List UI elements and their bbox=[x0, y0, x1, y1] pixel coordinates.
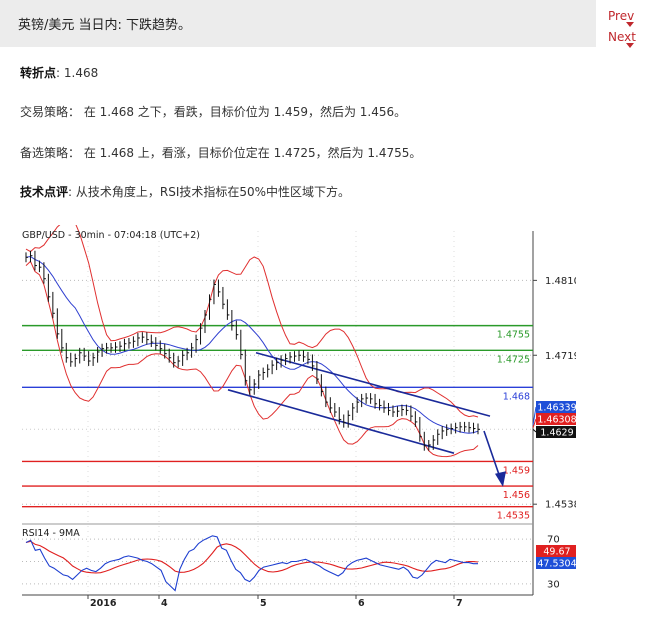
upper-band bbox=[25, 225, 479, 418]
level-label-1: 1.4725 bbox=[497, 354, 530, 365]
rsi-panel: RSI14 - 9MA70503049.6747.5304 bbox=[22, 528, 576, 592]
level-label-0: 1.4755 bbox=[497, 330, 530, 341]
pivot-label: 转折点 bbox=[20, 66, 57, 80]
rsi-badge-label-1: 47.5304 bbox=[537, 559, 576, 570]
price-badge-label-1: 1.46308 bbox=[537, 415, 576, 426]
title-bar: 英镑/美元 当日内: 下跌趋势。 bbox=[0, 0, 596, 47]
level-label-3: 1.459 bbox=[503, 465, 530, 476]
rsi-badge-label-0: 49.67 bbox=[543, 547, 570, 558]
time-axis: 2016 4 5 6 7 bbox=[87, 595, 463, 609]
pivot-line: 转折点: 1.468 bbox=[20, 64, 98, 81]
gbpusd-chart: 1.4755 1.4725 1.468 1.459 1.456 1.4535 1.4810… bbox=[22, 225, 576, 609]
grid bbox=[22, 231, 534, 596]
alternative-line: 备选策略： 在 1.468 上，看涨，目标价位定在 1.4725，然后为 1.4… bbox=[20, 146, 422, 160]
next-link[interactable]: Next bbox=[608, 30, 636, 48]
time-tick-label-3: 6 bbox=[358, 598, 365, 609]
level-label-5: 1.4535 bbox=[497, 511, 530, 522]
comment-label: 技术点评 bbox=[20, 185, 69, 199]
lower-band bbox=[25, 260, 479, 458]
strategy-line: 交易策略： 在 1.468 之下，看跌，目标价位为 1.459，然后为 1.45… bbox=[20, 105, 407, 119]
chart-title: GBP/USD - 30min - 07:04:18 (UTC+2) bbox=[22, 230, 200, 241]
bollinger-bands bbox=[25, 225, 479, 458]
rsi-ma-line bbox=[25, 540, 479, 574]
rsi-tick-label-0: 70 bbox=[547, 535, 560, 546]
prev-link-label: Prev bbox=[608, 9, 635, 23]
comment-text: : 从技术角度上，RSI技术指标在50%中性区域下方。 bbox=[68, 185, 351, 199]
time-tick-label-1: 4 bbox=[161, 598, 168, 609]
trend-channel bbox=[227, 352, 506, 487]
price-tick-label-1: 1.4719 bbox=[545, 351, 576, 362]
price-badge-label-2: 1.4629 bbox=[540, 428, 573, 439]
comment-line: 技术点评: 从技术角度上，RSI技术指标在50%中性区域下方。 bbox=[20, 183, 350, 200]
level-label-4: 1.456 bbox=[503, 490, 530, 501]
price-tick-label-2: 1.4538 bbox=[545, 500, 576, 511]
pivot-value: : 1.468 bbox=[56, 66, 99, 80]
time-tick-label-0: 2016 bbox=[90, 598, 117, 609]
rsi-title: RSI14 - 9MA bbox=[22, 528, 80, 539]
price-tick-label-0: 1.4810 bbox=[545, 276, 576, 287]
next-link-label: Next bbox=[608, 30, 636, 44]
projection-arrow-shaft bbox=[483, 430, 502, 481]
projection-arrow-head bbox=[495, 471, 506, 487]
rsi-tick-label-2: 30 bbox=[547, 579, 560, 590]
rsi-line bbox=[25, 535, 478, 592]
level-label-2: 1.468 bbox=[503, 391, 530, 402]
time-tick-label-4: 7 bbox=[456, 598, 463, 609]
time-tick-label-2: 5 bbox=[260, 598, 267, 609]
page-title: 英镑/美元 当日内: 下跌趋势。 bbox=[18, 18, 192, 33]
moving-average bbox=[25, 255, 479, 434]
price-badge-label-0: 1.46339 bbox=[537, 403, 576, 414]
price-axis: 1.4810 1.4719 1.4538 1.463391.46308 1.4629 bbox=[532, 276, 576, 511]
prev-link[interactable]: Prev bbox=[608, 9, 634, 27]
